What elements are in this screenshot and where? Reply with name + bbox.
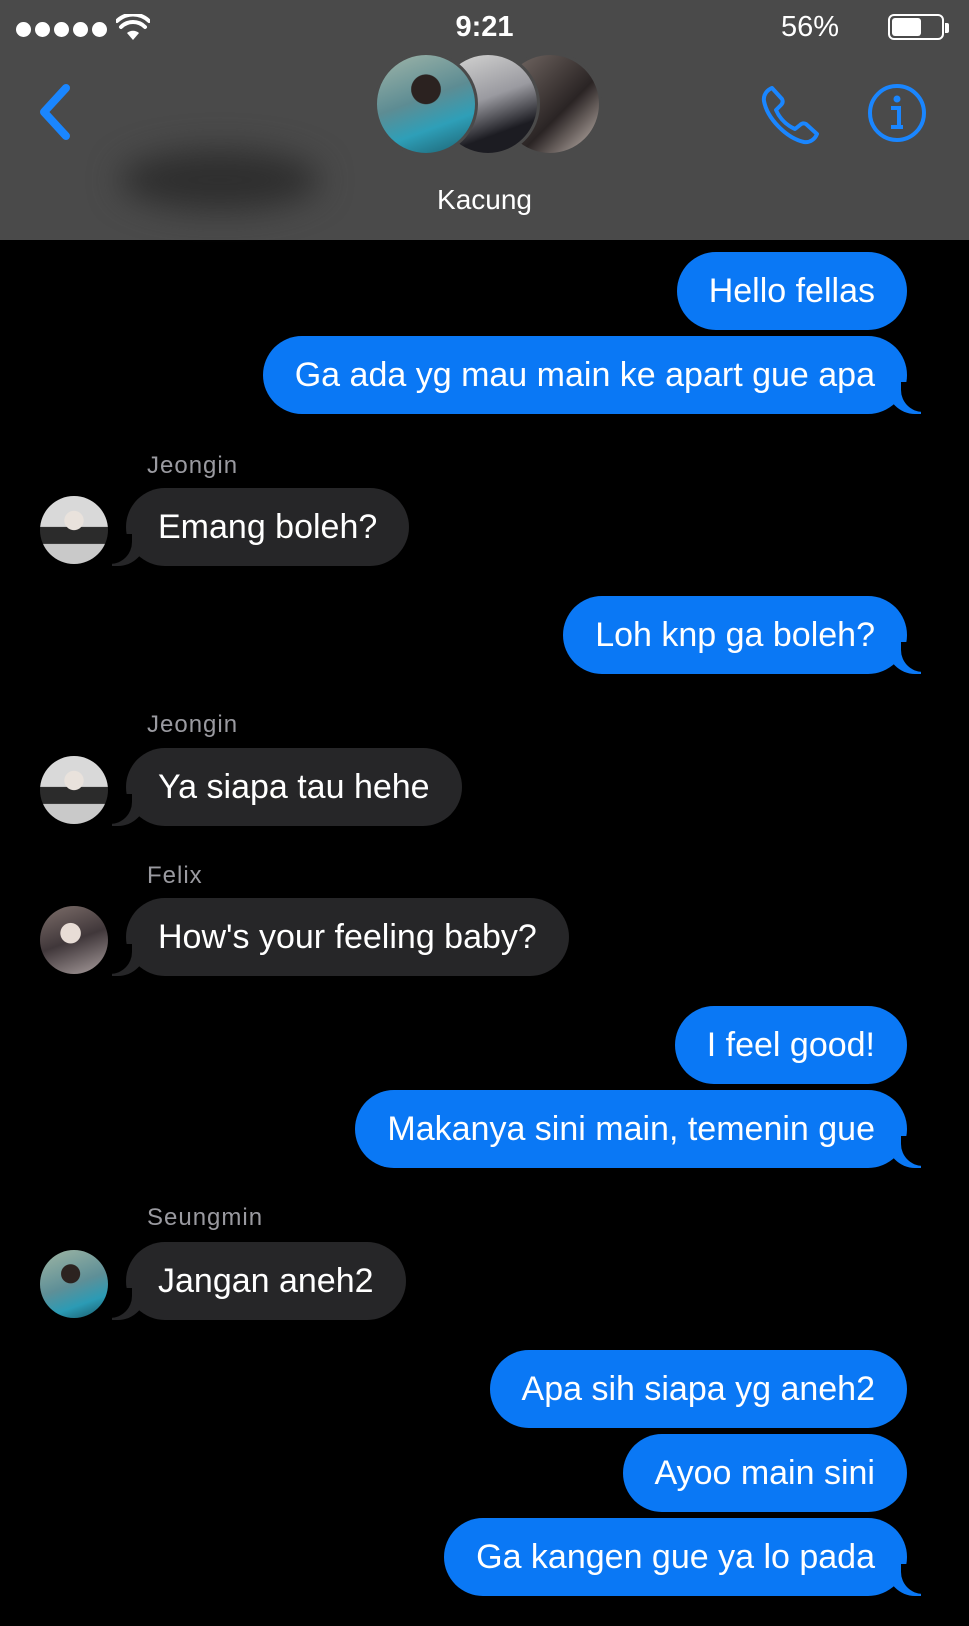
outgoing-message[interactable]: Ga ada yg mau main ke apart gue apa [262,336,907,414]
group-name[interactable]: Kacung [0,184,969,216]
status-bar: 9:21 56% [0,0,969,58]
chat-header: 9:21 56% Kacung [0,0,969,240]
incoming-message[interactable]: Ya siapa tau hehe [126,748,462,826]
call-button[interactable] [758,82,824,148]
incoming-message[interactable]: How's your feeling baby? [126,898,569,976]
avatar[interactable] [40,756,108,824]
group-member-avatar [374,52,478,156]
bubble-tail [887,642,923,674]
outgoing-message[interactable]: Ga kangen gue ya lo pada [444,1518,907,1596]
avatar[interactable] [40,496,108,564]
incoming-message[interactable]: Emang boleh? [126,488,410,566]
outgoing-message[interactable]: Loh knp ga boleh? [563,596,907,674]
outgoing-message[interactable]: Apa sih siapa yg aneh2 [489,1350,907,1428]
bubble-tail [887,382,923,414]
incoming-message[interactable]: Jangan aneh2 [126,1242,406,1320]
bubble-tail [887,1136,923,1168]
group-avatar-stack[interactable] [374,52,604,162]
sender-name: Seungmin [147,1204,264,1231]
bubble-tail [110,1288,146,1320]
outgoing-message[interactable]: Hello fellas [676,252,907,330]
back-button[interactable] [32,78,92,148]
bubble-tail [110,534,146,566]
avatar[interactable] [40,1250,108,1318]
chevron-left-icon [40,84,70,140]
bubble-tail [887,1564,923,1596]
info-button[interactable] [866,82,928,144]
outgoing-message[interactable]: Makanya sini main, temenin gue [355,1090,907,1168]
bubble-tail [110,794,146,826]
info-icon [868,84,926,142]
sender-name: Felix [147,862,203,889]
bubble-tail [110,944,146,976]
outgoing-message[interactable]: Ayoo main sini [622,1434,907,1512]
avatar[interactable] [40,906,108,974]
outgoing-message[interactable]: I feel good! [674,1006,907,1084]
battery-icon [888,14,949,40]
sender-name: Jeongin [147,452,239,479]
phone-icon [761,86,819,145]
sender-name: Jeongin [147,711,239,738]
battery-percent: 56% [780,11,839,43]
